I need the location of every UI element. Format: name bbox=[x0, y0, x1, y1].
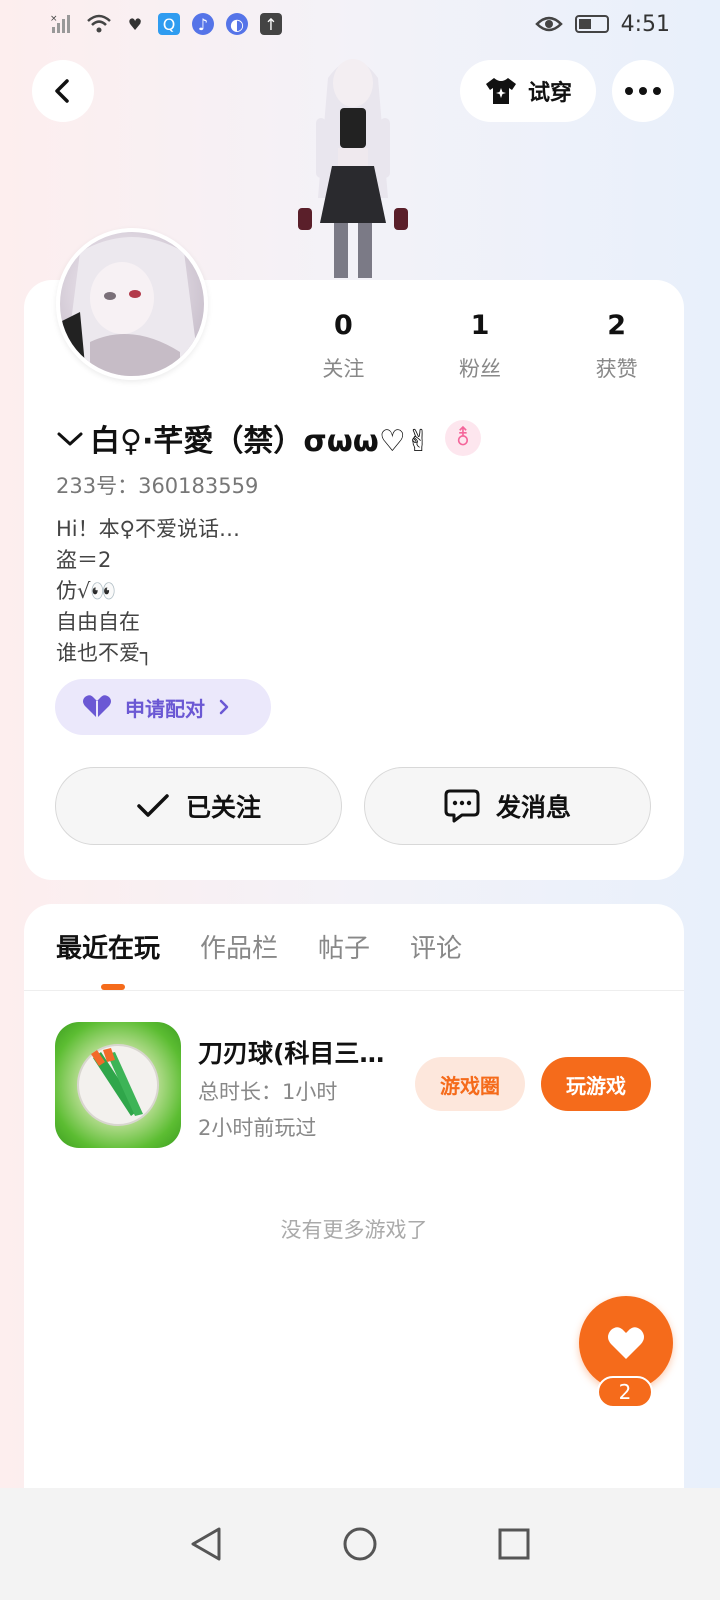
tshirt-icon bbox=[485, 78, 516, 104]
followed-label: 已关注 bbox=[185, 793, 261, 822]
following-label: 关注 bbox=[322, 357, 365, 381]
chevron-left-icon bbox=[55, 79, 69, 103]
upload-icon: ↑ bbox=[260, 13, 282, 35]
nav-recents-button[interactable] bbox=[492, 1522, 536, 1566]
game-icon[interactable] bbox=[55, 1022, 181, 1148]
wifi-icon bbox=[87, 14, 111, 33]
music-app-icon: ♪ bbox=[192, 13, 214, 35]
profile-stats: 0 关注 1 粉丝 2 获赞 bbox=[275, 310, 685, 383]
username-row[interactable]: 白♀·芊愛（禁）σωω♡✌ ⚨ bbox=[56, 416, 481, 460]
check-icon bbox=[137, 794, 169, 817]
svg-text:×: × bbox=[50, 14, 58, 24]
followers-stat[interactable]: 1 粉丝 bbox=[412, 310, 549, 383]
play-game-button[interactable]: 玩游戏 bbox=[541, 1057, 651, 1111]
tab-comments[interactable]: 评论 bbox=[410, 928, 462, 968]
no-more-games-text: 没有更多游戏了 bbox=[280, 1218, 428, 1242]
username: 白♀·芊愛（禁）σωω♡✌ bbox=[90, 424, 431, 459]
square-recents-icon bbox=[498, 1528, 530, 1560]
try-on-label: 试穿 bbox=[527, 81, 572, 106]
tab-divider bbox=[24, 990, 684, 991]
profile-tabs: 最近在玩 作品栏 帖子 评论 bbox=[56, 928, 462, 968]
tab-works[interactable]: 作品栏 bbox=[200, 928, 278, 968]
request-pair-button[interactable]: 申请配对 bbox=[55, 679, 271, 735]
likes-received-count: 2 bbox=[607, 310, 627, 341]
triangle-back-icon bbox=[191, 1527, 221, 1561]
circle-home-icon bbox=[343, 1527, 377, 1561]
followers-label: 粉丝 bbox=[459, 357, 501, 381]
heart-pair-icon bbox=[83, 695, 111, 718]
more-options-button[interactable] bbox=[612, 60, 674, 122]
bio-line: 谁也不爱┐ bbox=[56, 641, 153, 665]
nav-home-button[interactable] bbox=[338, 1522, 382, 1566]
more-icon bbox=[625, 87, 661, 95]
game-list-item[interactable]: 刀刃球(科目三… 总时长：1小时 2小时前玩过 游戏圈 玩游戏 bbox=[55, 1022, 655, 1150]
try-on-button[interactable]: 试穿 bbox=[460, 60, 596, 122]
likes-stat[interactable]: 2 获赞 bbox=[548, 310, 685, 383]
bio: Hi！本♀不爱说话… 盗＝2 仿√👀 自由自在 谁也不爱┐ bbox=[56, 514, 240, 669]
nav-back-button[interactable] bbox=[184, 1522, 228, 1566]
status-icons-right: 4:51 bbox=[534, 11, 670, 37]
game-last-played: 2小时前玩过 bbox=[198, 1116, 317, 1140]
user-id: 233号：360183559 bbox=[56, 474, 259, 498]
like-count-badge: 2 bbox=[597, 1376, 653, 1408]
bio-line: Hi！本♀不爱说话… bbox=[56, 517, 241, 541]
followed-button[interactable]: 已关注 bbox=[55, 767, 342, 845]
heart-icon bbox=[608, 1327, 644, 1359]
system-navigation-bar bbox=[0, 1488, 720, 1600]
send-message-button[interactable]: 发消息 bbox=[364, 767, 651, 845]
browser-app-icon: ◐ bbox=[226, 13, 248, 35]
eye-icon bbox=[534, 16, 563, 32]
following-stat[interactable]: 0 关注 bbox=[275, 310, 412, 383]
gender-female-icon: ⚨ bbox=[444, 420, 481, 456]
blade-ball-game-icon bbox=[77, 1044, 159, 1126]
bio-line: 自由自在 bbox=[56, 610, 140, 634]
avatar-image bbox=[60, 237, 200, 376]
status-bar: × ♥ Q ♪ ◐ ↑ 4:51 bbox=[0, 0, 720, 48]
request-pair-label: 申请配对 bbox=[125, 696, 205, 721]
tab-recently-played[interactable]: 最近在玩 bbox=[56, 928, 160, 968]
battery-icon bbox=[574, 15, 609, 33]
chat-bubble-icon bbox=[444, 789, 480, 823]
avatar[interactable] bbox=[56, 228, 208, 380]
send-message-label: 发消息 bbox=[495, 793, 571, 822]
bio-line: 仿√👀 bbox=[56, 579, 117, 603]
status-icons-left: × ♥ Q ♪ ◐ ↑ bbox=[50, 13, 282, 35]
following-count: 0 bbox=[333, 310, 353, 341]
link-icon: ♥ bbox=[127, 14, 143, 34]
tab-posts[interactable]: 帖子 bbox=[318, 928, 370, 968]
no-signal-icon: × bbox=[50, 14, 70, 33]
game-title: 刀刃球(科目三… bbox=[198, 1039, 385, 1068]
followers-count: 1 bbox=[470, 310, 490, 341]
game-playtime: 总时长：1小时 bbox=[198, 1080, 338, 1104]
chevron-down-icon bbox=[57, 432, 83, 446]
back-button[interactable] bbox=[32, 60, 94, 122]
status-time: 4:51 bbox=[620, 11, 670, 37]
character-figure bbox=[298, 59, 408, 278]
search-app-icon: Q bbox=[158, 13, 180, 35]
bio-line: 盗＝2 bbox=[56, 548, 112, 572]
game-circle-button[interactable]: 游戏圈 bbox=[415, 1057, 525, 1111]
likes-received-label: 获赞 bbox=[595, 357, 638, 381]
chevron-right-icon bbox=[219, 699, 229, 715]
